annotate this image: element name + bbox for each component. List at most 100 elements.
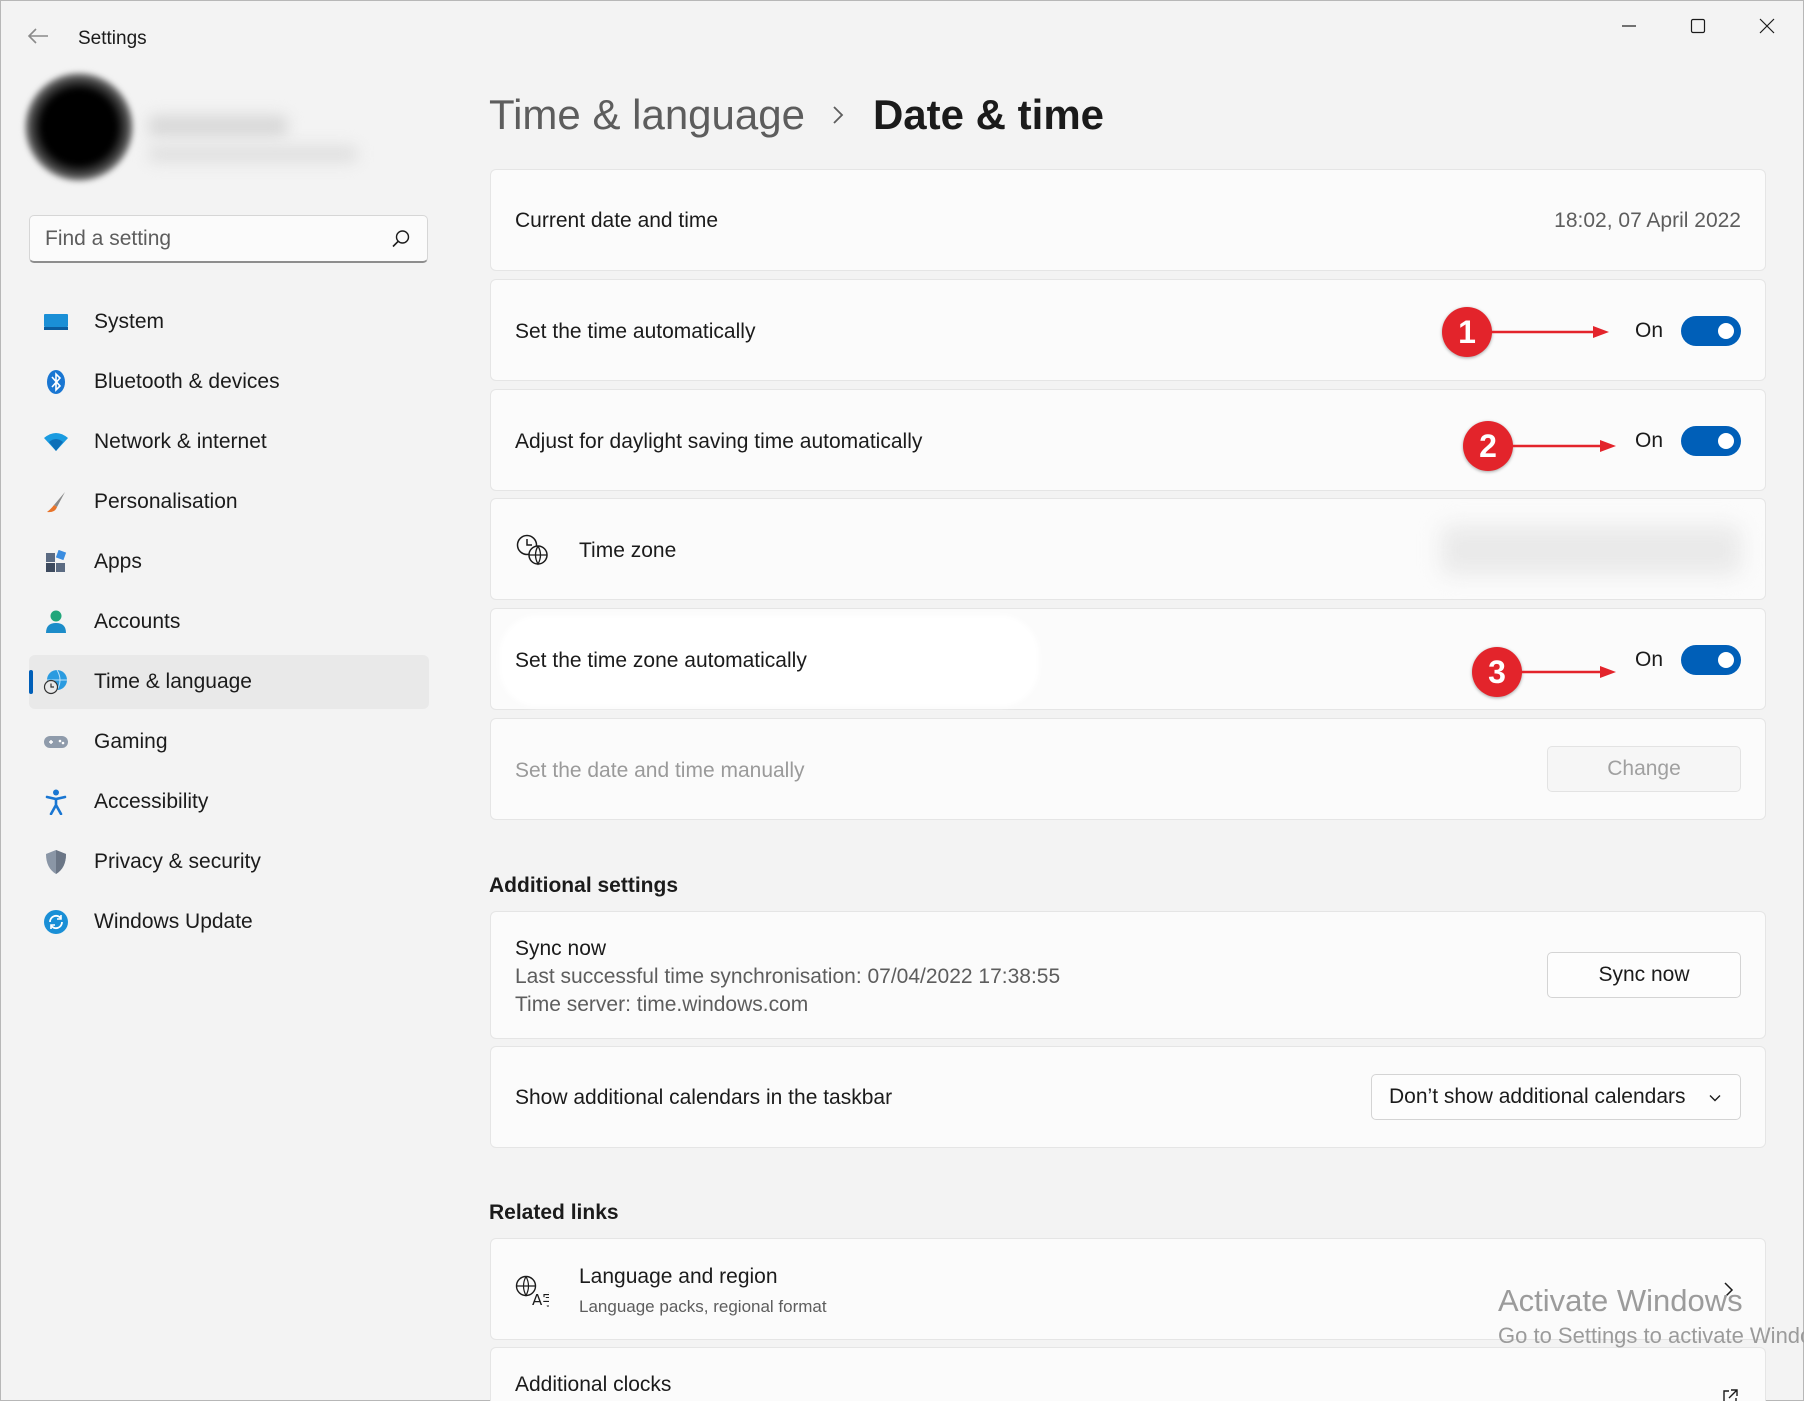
- sidebar-item-label: System: [94, 310, 165, 333]
- sync-now-button[interactable]: Sync now: [1547, 952, 1741, 998]
- language-region-title: Language and region: [579, 1265, 778, 1288]
- daylight-saving-toggle[interactable]: [1681, 426, 1741, 456]
- search-input[interactable]: [30, 216, 427, 261]
- time-zone-card: Time zone: [490, 498, 1766, 600]
- additional-clocks-title: Additional clocks: [515, 1373, 672, 1396]
- time-zone-label: Time zone: [579, 539, 677, 562]
- manual-datetime-label: Set the date and time manually: [515, 759, 805, 782]
- toggle-state-label: On: [1634, 648, 1663, 671]
- sidebar-item-windows-update[interactable]: Windows Update: [29, 895, 429, 949]
- sidebar-item-apps[interactable]: Apps: [29, 535, 429, 589]
- dropdown-selected-value: Don’t show additional calendars: [1389, 1085, 1686, 1108]
- current-datetime-card: Current date and time 18:02, 07 April 20…: [490, 169, 1766, 271]
- activate-windows-watermark: Activate Windows: [1498, 1283, 1743, 1318]
- minimize-icon: [1622, 25, 1636, 27]
- time-zone-value-redacted[interactable]: [1441, 525, 1741, 575]
- daylight-saving-label: Adjust for daylight saving time automati…: [515, 430, 923, 453]
- current-datetime-label: Current date and time: [515, 209, 719, 232]
- back-arrow-icon: [27, 28, 48, 44]
- breadcrumb-parent[interactable]: Time & language: [489, 91, 805, 139]
- chevron-right-icon: [833, 106, 844, 124]
- additional-clocks-link[interactable]: Additional clocks: [490, 1347, 1766, 1401]
- wifi-icon: [43, 430, 69, 454]
- sidebar-item-accessibility[interactable]: Accessibility: [29, 775, 429, 829]
- search-icon[interactable]: [391, 229, 411, 249]
- minimize-button[interactable]: [1606, 11, 1652, 41]
- sidebar-item-label: Apps: [94, 550, 142, 573]
- sync-now-title: Sync now: [515, 937, 607, 960]
- auto-time-card: Set the time automatically 1 On: [490, 279, 1766, 381]
- sidebar-item-label: Windows Update: [94, 910, 253, 933]
- bluetooth-icon: [43, 370, 69, 394]
- sidebar-item-system[interactable]: System: [29, 295, 429, 349]
- auto-timezone-card: Set the time zone automatically 3 On: [490, 608, 1766, 710]
- toggle-knob: [1718, 433, 1734, 449]
- annotation-arrow-icon: [1491, 326, 1609, 338]
- title-bar: Settings: [1, 1, 1803, 75]
- chevron-down-icon: [1709, 1095, 1721, 1102]
- close-button[interactable]: [1744, 11, 1790, 41]
- additional-calendars-card: Show additional calendars in the taskbar…: [490, 1046, 1766, 1148]
- toggle-state-label: On: [1634, 319, 1663, 342]
- sidebar-item-privacy[interactable]: Privacy & security: [29, 835, 429, 889]
- sync-last-time: Last successful time synchronisation: 07…: [515, 965, 1061, 988]
- back-button[interactable]: [23, 25, 53, 51]
- sidebar-item-label: Network & internet: [94, 430, 267, 453]
- sidebar-item-label: Privacy & security: [94, 850, 261, 873]
- auto-time-label: Set the time automatically: [515, 320, 756, 343]
- sidebar-item-label: Accounts: [94, 610, 181, 633]
- account-icon: [43, 610, 69, 634]
- paintbrush-icon: [43, 490, 69, 514]
- toggle-knob: [1718, 652, 1734, 668]
- accessibility-icon: [43, 789, 69, 815]
- app-title: Settings: [78, 28, 147, 49]
- shield-icon: [43, 850, 69, 874]
- sidebar-item-accounts[interactable]: Accounts: [29, 595, 429, 649]
- toggle-state-label: On: [1634, 429, 1663, 452]
- daylight-saving-card: Adjust for daylight saving time automati…: [490, 389, 1766, 491]
- sidebar-item-time-language[interactable]: Time & language: [29, 655, 429, 709]
- sidebar-item-personalisation[interactable]: Personalisation: [29, 475, 429, 529]
- search-box[interactable]: [29, 215, 428, 263]
- sidebar-item-label: Personalisation: [94, 490, 238, 513]
- sidebar-item-label: Gaming: [94, 730, 168, 753]
- auto-time-toggle[interactable]: [1681, 316, 1741, 346]
- sidebar-item-bluetooth[interactable]: Bluetooth & devices: [29, 355, 429, 409]
- sidebar-item-gaming[interactable]: Gaming: [29, 715, 429, 769]
- sync-now-card: Sync now Last successful time synchronis…: [490, 911, 1766, 1039]
- additional-calendars-label: Show additional calendars in the taskbar: [515, 1086, 893, 1109]
- profile-email-redacted: [148, 145, 358, 163]
- maximize-button[interactable]: [1675, 11, 1721, 41]
- avatar: [25, 73, 133, 181]
- system-display-icon: [43, 310, 69, 334]
- update-icon: [43, 910, 69, 934]
- external-link-icon: [1723, 1389, 1738, 1401]
- user-profile[interactable]: [13, 73, 373, 193]
- clock-globe-icon: [516, 534, 548, 566]
- sidebar-nav: System Bluetooth & devices Network & int…: [29, 295, 429, 955]
- globe-clock-icon: [43, 669, 69, 695]
- current-datetime-value: 18:02, 07 April 2022: [1554, 209, 1741, 232]
- manual-datetime-card: Set the date and time manually Change: [490, 718, 1766, 820]
- auto-time-toggle-group: On: [1635, 316, 1741, 346]
- svg-text:A字: A字: [532, 1291, 549, 1307]
- sidebar-item-network[interactable]: Network & internet: [29, 415, 429, 469]
- apps-icon: [43, 550, 69, 574]
- change-button[interactable]: Change: [1547, 746, 1741, 792]
- additional-settings-heading: Additional settings: [489, 874, 678, 897]
- related-links-heading: Related links: [489, 1201, 619, 1224]
- sidebar-item-label: Bluetooth & devices: [94, 370, 280, 393]
- annotation-marker: 3: [1472, 647, 1522, 697]
- additional-calendars-dropdown[interactable]: Don’t show additional calendars: [1371, 1074, 1741, 1120]
- sidebar-item-label: Time & language: [94, 670, 252, 693]
- auto-timezone-toggle-group: On: [1635, 645, 1741, 675]
- breadcrumb: Time & language Date & time: [489, 89, 1104, 141]
- toggle-knob: [1718, 323, 1734, 339]
- profile-name-redacted: [148, 115, 288, 137]
- auto-timezone-toggle[interactable]: [1681, 645, 1741, 675]
- gamepad-icon: [43, 730, 69, 754]
- page-title: Date & time: [872, 91, 1105, 138]
- daylight-saving-toggle-group: On: [1635, 426, 1741, 456]
- auto-timezone-label: Set the time zone automatically: [515, 649, 807, 672]
- close-icon: [1759, 18, 1775, 34]
